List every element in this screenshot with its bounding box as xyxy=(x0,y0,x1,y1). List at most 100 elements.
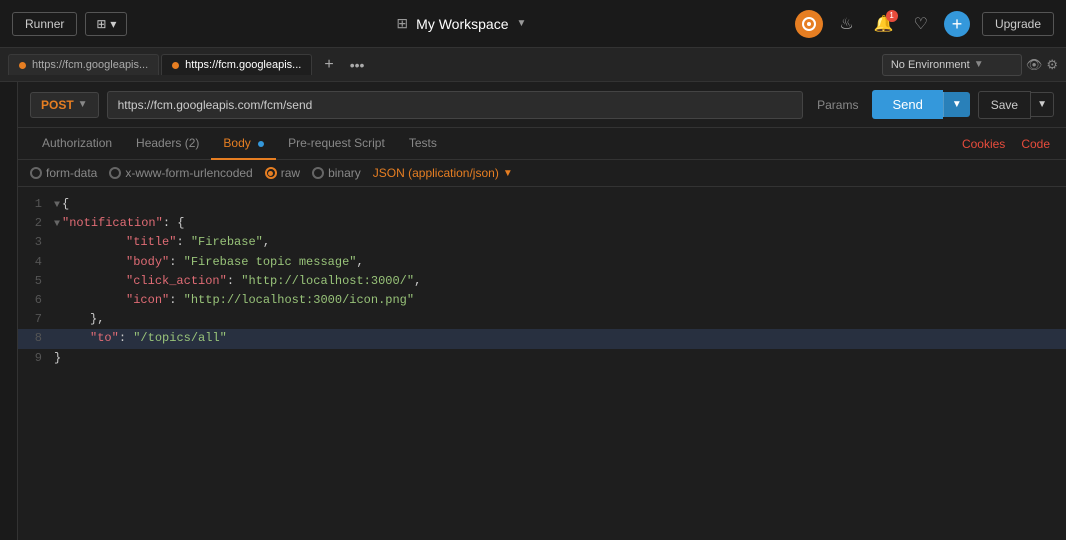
save-dropdown-button[interactable]: ▼ xyxy=(1031,92,1054,117)
line-content-9: } xyxy=(54,349,1066,368)
code-bracket: , xyxy=(356,255,363,269)
tab-tests[interactable]: Tests xyxy=(397,128,449,160)
tab-1-dot xyxy=(19,62,26,69)
code-bracket: : xyxy=(176,235,190,249)
save-button[interactable]: Save xyxy=(978,91,1031,119)
tab-body[interactable]: Body xyxy=(211,128,276,160)
tab-2-label: https://fcm.googleapis... xyxy=(185,59,301,71)
form-data-label: form-data xyxy=(46,166,97,180)
code-bracket: : xyxy=(169,255,183,269)
line-content-7: }, xyxy=(54,310,1066,329)
tab-1[interactable]: https://fcm.googleapis... xyxy=(8,54,159,75)
env-label: No Environment xyxy=(891,59,970,71)
send-button[interactable]: Send xyxy=(872,90,942,119)
json-type-selector[interactable]: JSON (application/json) ▼ xyxy=(373,166,513,180)
raw-label: raw xyxy=(281,166,300,180)
fold-icon-line-2[interactable]: ▼ xyxy=(54,219,60,230)
binary-option[interactable]: binary xyxy=(312,166,361,180)
code-link[interactable]: Code xyxy=(1017,129,1054,159)
url-input[interactable] xyxy=(107,91,804,119)
code-line-4: 4 "body": "Firebase topic message", xyxy=(18,253,1066,272)
environment-eye-button[interactable]: 👁 xyxy=(1026,57,1043,73)
import-chevron: ▾ xyxy=(110,17,116,31)
tab-2[interactable]: https://fcm.googleapis... xyxy=(161,54,312,75)
code-bracket: } xyxy=(54,351,61,365)
navbar-left: Runner ⊞ ▾ xyxy=(12,12,127,36)
raw-radio[interactable] xyxy=(265,167,277,179)
tab-actions: + ••• xyxy=(318,55,368,75)
notifications-button[interactable]: 🔔 1 xyxy=(870,10,898,38)
line-number-2: 2 xyxy=(18,214,54,233)
method-selector[interactable]: POST ▼ xyxy=(30,92,99,118)
code-bracket: , xyxy=(263,235,270,249)
line-number-3: 3 xyxy=(18,233,54,252)
send-dropdown-button[interactable]: ▼ xyxy=(943,92,970,117)
code-space xyxy=(54,274,126,288)
binary-radio[interactable] xyxy=(312,167,324,179)
binary-label: binary xyxy=(328,166,361,180)
history-button[interactable]: ♨ xyxy=(835,10,857,38)
code-string: "Firebase" xyxy=(191,235,263,249)
raw-option[interactable]: raw xyxy=(265,166,300,180)
sync-icon[interactable] xyxy=(795,10,823,38)
line-content-8: "to": "/topics/all" xyxy=(54,329,1066,348)
code-bracket: : xyxy=(227,274,241,288)
upgrade-button[interactable]: Upgrade xyxy=(982,12,1054,36)
code-line-9: 9} xyxy=(18,349,1066,368)
code-key: "notification" xyxy=(62,216,163,230)
workspace-title: My Workspace xyxy=(416,16,508,32)
code-line-7: 7 }, xyxy=(18,310,1066,329)
code-key: "click_action" xyxy=(126,274,227,288)
request-bar: POST ▼ Params Send ▼ Save ▼ xyxy=(18,82,1066,128)
code-editor[interactable]: 1▼{2▼"notification": {3 "title": "Fireba… xyxy=(18,187,1066,540)
code-bracket: }, xyxy=(90,312,104,326)
code-bracket: : xyxy=(119,331,133,345)
workspace-dropdown-icon[interactable]: ▼ xyxy=(516,18,526,29)
code-space xyxy=(54,293,126,307)
urlencoded-radio[interactable] xyxy=(109,167,121,179)
body-type-bar: form-data x-www-form-urlencoded raw bina… xyxy=(18,160,1066,187)
code-space xyxy=(54,312,90,326)
save-group: Save ▼ xyxy=(978,91,1054,119)
fold-icon-line-1[interactable]: ▼ xyxy=(54,200,60,211)
tab-headers[interactable]: Headers (2) xyxy=(124,128,211,160)
env-dropdown-icon: ▼ xyxy=(974,59,984,70)
code-line-8: 8 "to": "/topics/all" xyxy=(18,329,1066,348)
tab-authorization[interactable]: Authorization xyxy=(30,128,124,160)
code-bracket: : xyxy=(169,293,183,307)
line-number-6: 6 xyxy=(18,291,54,310)
notification-badge: 1 xyxy=(886,10,898,22)
code-string: "http://localhost:3000/icon.png" xyxy=(184,293,414,307)
code-bracket: { xyxy=(62,197,69,211)
form-data-option[interactable]: form-data xyxy=(30,166,97,180)
line-number-4: 4 xyxy=(18,253,54,272)
method-dropdown-icon: ▼ xyxy=(78,99,88,110)
runner-button[interactable]: Runner xyxy=(12,12,77,36)
add-button[interactable]: + xyxy=(944,11,970,37)
new-tab-button[interactable]: + xyxy=(318,55,339,75)
line-content-1: ▼{ xyxy=(54,195,1066,214)
code-line-3: 3 "title": "Firebase", xyxy=(18,233,1066,252)
line-number-7: 7 xyxy=(18,310,54,329)
urlencoded-option[interactable]: x-www-form-urlencoded xyxy=(109,166,252,180)
environment-settings-button[interactable]: ⚙ xyxy=(1046,57,1058,73)
form-data-radio[interactable] xyxy=(30,167,42,179)
code-line-5: 5 "click_action": "http://localhost:3000… xyxy=(18,272,1066,291)
content-area: POST ▼ Params Send ▼ Save ▼ Authorizatio… xyxy=(18,82,1066,540)
sub-tab-bar: Authorization Headers (2) Body Pre-reque… xyxy=(18,128,1066,160)
more-tabs-button[interactable]: ••• xyxy=(346,55,369,75)
environment-selector[interactable]: No Environment ▼ xyxy=(882,54,1022,76)
tab-bar: https://fcm.googleapis... https://fcm.go… xyxy=(0,48,1066,82)
code-string: "/topics/all" xyxy=(133,331,227,345)
line-number-9: 9 xyxy=(18,349,54,368)
import-button[interactable]: ⊞ ▾ xyxy=(85,12,127,36)
params-button[interactable]: Params xyxy=(811,92,864,118)
code-line-2: 2▼"notification": { xyxy=(18,214,1066,233)
code-string: "http://localhost:3000/" xyxy=(241,274,414,288)
cookies-link[interactable]: Cookies xyxy=(958,129,1009,159)
favorites-button[interactable]: ♡ xyxy=(910,10,932,38)
tab-pre-request[interactable]: Pre-request Script xyxy=(276,128,397,160)
body-dot-indicator xyxy=(258,141,264,147)
code-space xyxy=(54,235,126,249)
json-type-label: JSON (application/json) xyxy=(373,166,499,180)
